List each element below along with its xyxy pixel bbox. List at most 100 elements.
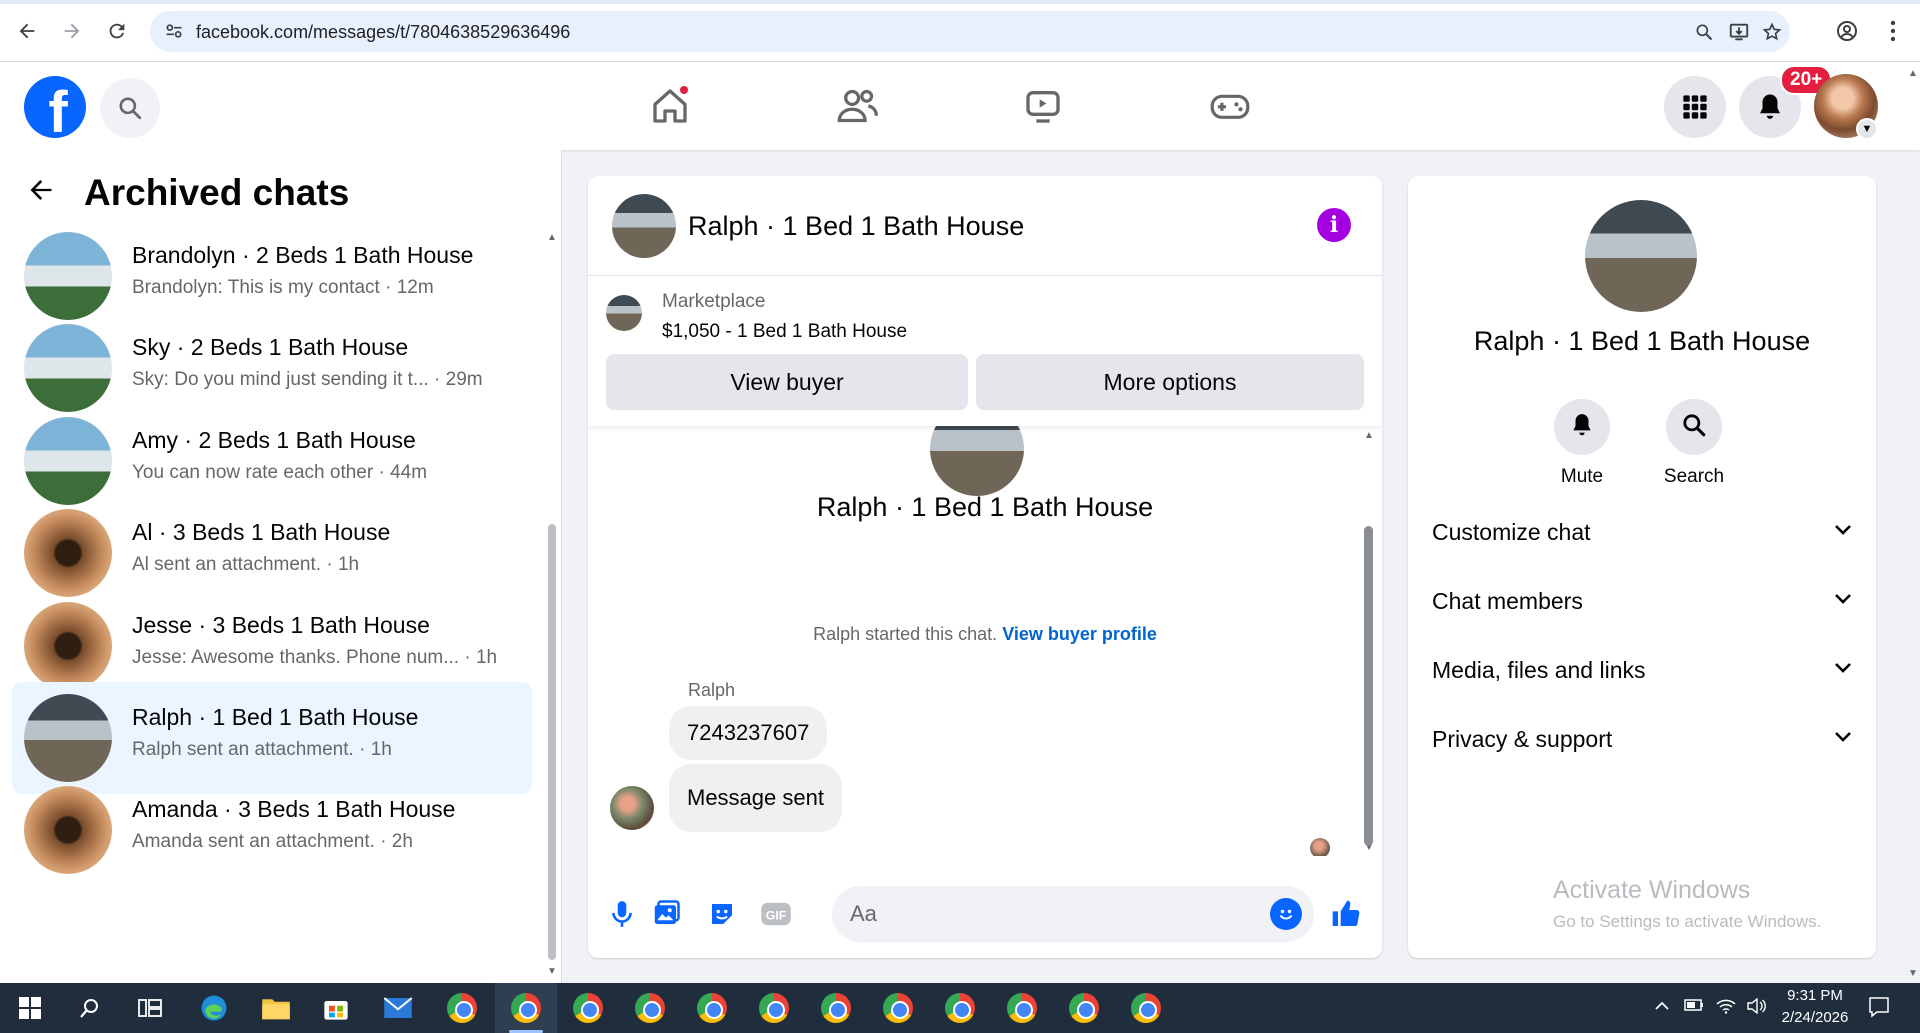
conversation-title[interactable]: Ralph · 1 Bed 1 Bath House [688, 211, 1024, 242]
chrome-icon[interactable] [694, 990, 730, 1026]
seen-indicator-avatar [1310, 838, 1330, 856]
chrome-icon[interactable] [444, 990, 480, 1026]
address-bar[interactable]: facebook.com/messages/t/7804638529636496 [150, 11, 1790, 52]
reload-icon[interactable] [100, 14, 134, 48]
chrome-icon[interactable] [570, 990, 606, 1026]
facebook-logo-icon[interactable]: f [24, 76, 86, 138]
notification-center-icon[interactable] [1868, 996, 1890, 1023]
windows-start-icon[interactable] [12, 990, 48, 1026]
clock-time[interactable]: 9:31 PM [1770, 987, 1860, 1004]
like-icon[interactable] [1328, 896, 1364, 932]
sticker-icon[interactable] [704, 896, 740, 932]
file-explorer-icon[interactable] [258, 990, 294, 1026]
url-text[interactable]: facebook.com/messages/t/7804638529636496 [196, 22, 570, 43]
back-arrow-icon[interactable] [26, 174, 56, 213]
chat-list-item[interactable]: Amanda · 3 Beds 1 Bath House Amanda sent … [12, 774, 532, 886]
chat-avatar [24, 694, 112, 782]
browser-toolbar: facebook.com/messages/t/7804638529636496 [0, 0, 1920, 62]
activate-windows-subtitle: Go to Settings to activate Windows. [1553, 912, 1822, 931]
chat-avatar [24, 602, 112, 690]
sender-avatar[interactable] [610, 786, 654, 830]
thread-scrollbar[interactable] [1364, 526, 1373, 846]
mail-icon[interactable] [380, 990, 416, 1026]
message-bubble[interactable]: 7243237607 [669, 706, 828, 760]
video-icon[interactable] [1013, 80, 1073, 132]
chrome-icon[interactable] [880, 990, 916, 1026]
volume-icon[interactable] [1746, 997, 1766, 1019]
chrome-icon[interactable] [632, 990, 668, 1026]
more-options-button[interactable]: More options [976, 354, 1364, 410]
chrome-icon[interactable] [1004, 990, 1040, 1026]
image-icon[interactable] [648, 896, 684, 932]
emoji-icon[interactable] [1270, 898, 1302, 930]
chat-avatar [24, 324, 112, 412]
search-chat-button[interactable] [1666, 399, 1722, 455]
chat-name: Sky · 2 Beds 1 Bath House [132, 334, 409, 360]
chat-members-section[interactable]: Chat members [1432, 581, 1852, 621]
privacy-support-section[interactable]: Privacy & support [1432, 719, 1852, 759]
message-composer: GIF [588, 876, 1382, 958]
chat-preview: Sky: Do you mind just sending it t... · … [132, 369, 483, 390]
view-buyer-button[interactable]: View buyer [606, 354, 968, 410]
search-icon[interactable] [72, 990, 108, 1026]
scroll-up-arrow[interactable]: ▲ [547, 232, 557, 243]
account-icon[interactable] [1830, 14, 1864, 48]
site-settings-icon[interactable] [164, 21, 184, 46]
forward-arrow-icon[interactable] [55, 14, 89, 48]
chat-avatar [24, 417, 112, 505]
wifi-icon[interactable] [1716, 998, 1736, 1019]
chrome-icon[interactable] [756, 990, 792, 1026]
conversation-panel: Ralph · 1 Bed 1 Bath House i Marketplace… [588, 176, 1382, 958]
gif-icon[interactable]: GIF [758, 896, 794, 932]
chrome-icon[interactable] [508, 990, 544, 1026]
friends-icon[interactable] [827, 80, 887, 132]
conversation-avatar[interactable] [612, 194, 676, 258]
tray-chevron-up-icon[interactable] [1654, 998, 1670, 1016]
apps-grid-icon[interactable] [1664, 76, 1726, 138]
chevron-down-icon[interactable]: ▼ [1856, 118, 1878, 140]
media-files-links-section[interactable]: Media, files and links [1432, 650, 1852, 690]
view-buyer-profile-link[interactable]: View buyer profile [1002, 624, 1157, 644]
scroll-down-arrow[interactable]: ▼ [1908, 968, 1918, 979]
edge-icon[interactable] [196, 990, 232, 1026]
details-avatar[interactable] [1585, 200, 1697, 312]
scroll-up-arrow[interactable]: ▲ [1908, 68, 1918, 79]
chat-preview: Jesse: Awesome thanks. Phone num... · 1h [132, 647, 498, 668]
scroll-up-arrow[interactable]: ▲ [1364, 430, 1374, 441]
search-label: Search [1663, 466, 1725, 487]
chat-name: Brandolyn · 2 Beds 1 Bath House [132, 242, 474, 268]
battery-icon[interactable] [1684, 998, 1704, 1017]
marketplace-banner: Marketplace $1,050 - 1 Bed 1 Bath House … [588, 276, 1382, 426]
search-icon [1681, 412, 1707, 443]
started-text: Ralph started this chat. [813, 624, 998, 644]
customize-chat-section[interactable]: Customize chat [1432, 512, 1852, 552]
clock-date[interactable]: 2/24/2026 [1770, 1009, 1860, 1026]
scroll-down-arrow[interactable]: ▼ [547, 966, 557, 977]
search-icon[interactable] [100, 78, 160, 138]
message-input[interactable] [832, 886, 1314, 942]
mute-button[interactable] [1554, 399, 1610, 455]
chat-list-scrollbar[interactable] [548, 524, 556, 960]
store-icon[interactable] [318, 990, 354, 1026]
back-arrow-icon[interactable] [10, 14, 44, 48]
gaming-icon[interactable] [1200, 80, 1260, 132]
facebook-header: f 20+ ▼ [0, 62, 1920, 150]
chat-preview: Amanda sent an attachment. · 2h [132, 831, 413, 852]
bookmark-star-icon[interactable] [1758, 18, 1786, 46]
details-name: Ralph · 1 Bed 1 Bath House [1473, 326, 1811, 356]
task-view-icon[interactable] [132, 990, 168, 1026]
message-bubble[interactable]: Message sent [669, 764, 842, 832]
install-icon[interactable] [1725, 18, 1753, 46]
chat-details-panel: Ralph · 1 Bed 1 Bath House Mute Search C… [1408, 176, 1876, 958]
menu-dots-icon[interactable] [1876, 14, 1910, 48]
microphone-icon[interactable] [604, 896, 640, 932]
chrome-icon[interactable] [818, 990, 854, 1026]
chrome-icon[interactable] [942, 990, 978, 1026]
zoom-icon[interactable] [1690, 18, 1718, 46]
home-icon[interactable] [640, 80, 700, 132]
svg-text:GIF: GIF [766, 909, 787, 923]
chrome-icon[interactable] [1128, 990, 1164, 1026]
info-icon[interactable]: i [1317, 208, 1351, 242]
chrome-icon[interactable] [1066, 990, 1102, 1026]
chevron-down-icon [1834, 661, 1852, 679]
